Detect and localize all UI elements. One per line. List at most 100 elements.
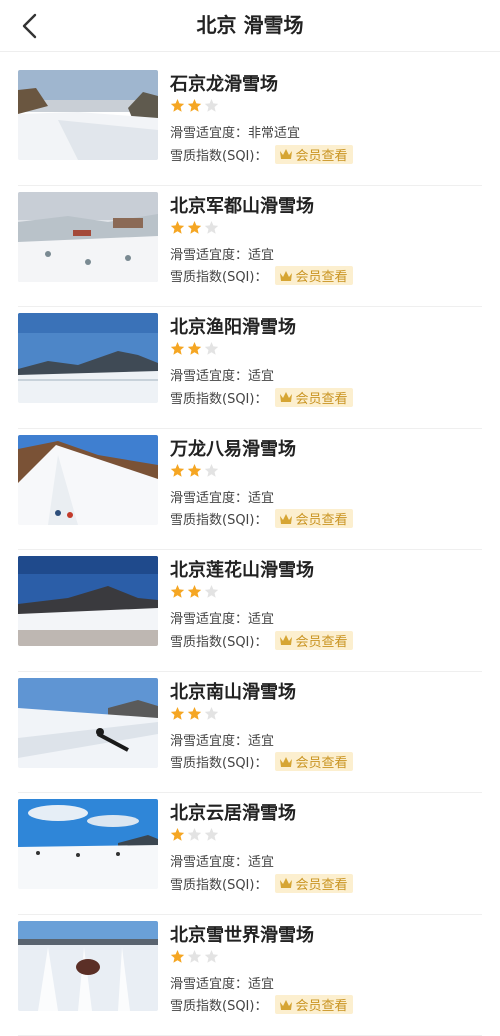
- sqi-label: 雪质指数(SQI)：: [170, 634, 268, 650]
- resort-thumbnail: [18, 799, 158, 889]
- star-filled-icon: [170, 827, 185, 841]
- member-view-label: 会员查看: [295, 270, 348, 285]
- resort-list-item[interactable]: 石京龙滑雪场 滑雪适宜度：非常适宜 雪质指数(SQI)： 会员查看: [0, 64, 500, 186]
- resort-name: 北京莲花山滑雪场: [170, 560, 314, 581]
- sqi-row: 雪质指数(SQI)： 会员查看: [170, 873, 354, 893]
- star-filled-icon: [187, 341, 202, 355]
- star-filled-icon: [187, 463, 202, 477]
- resort-name: 北京军都山滑雪场: [170, 195, 314, 217]
- star-empty-icon: [204, 706, 219, 720]
- resort-thumbnail: [18, 677, 158, 768]
- suitability-text: 滑雪适宜度：适宜: [170, 247, 275, 263]
- star-filled-icon: [170, 98, 185, 112]
- page-title: 北京 滑雪场: [196, 13, 304, 37]
- member-view-label: 会员查看: [295, 756, 348, 771]
- sqi-row: 雪质指数(SQI)： 会员查看: [170, 266, 354, 286]
- resort-thumbnail: [18, 313, 158, 403]
- crown-icon: [280, 756, 293, 767]
- resort-name: 北京渔阳滑雪场: [170, 317, 296, 338]
- resort-thumbnail: [18, 434, 158, 525]
- resort-list-item[interactable]: 北京莲花山滑雪场 滑雪适宜度：适宜 雪质指数(SQI)： 会员查看: [0, 550, 500, 672]
- resort-name: 北京南山滑雪场: [170, 681, 296, 703]
- suitability-text: 滑雪适宜度：适宜: [170, 976, 275, 992]
- sqi-row: 雪质指数(SQI)： 会员查看: [170, 509, 354, 529]
- crown-icon: [280, 635, 293, 645]
- sqi-row: 雪质指数(SQI)： 会员查看: [170, 387, 354, 407]
- member-view-label: 会员查看: [295, 391, 348, 407]
- member-view-label: 会员查看: [295, 513, 348, 528]
- star-empty-icon: [204, 949, 219, 963]
- resort-name: 北京雪世界滑雪场: [170, 924, 314, 946]
- member-view-button[interactable]: 会员查看: [275, 995, 354, 1014]
- member-view-button[interactable]: 会员查看: [275, 509, 354, 528]
- resort-list-item[interactable]: 北京军都山滑雪场 滑雪适宜度：适宜 雪质指数(SQI)： 会员查看: [0, 186, 500, 307]
- resort-list-item[interactable]: 北京南山滑雪场 滑雪适宜度：适宜 雪质指数(SQI)： 会员查看: [0, 672, 500, 793]
- star-rating: [170, 706, 219, 722]
- top-nav-bar: 北京 滑雪场: [0, 0, 500, 52]
- star-empty-icon: [204, 220, 219, 234]
- crown-icon: [280, 999, 293, 1010]
- sqi-label: 雪质指数(SQI)：: [170, 999, 268, 1014]
- sqi-label: 雪质指数(SQI)：: [170, 756, 268, 771]
- star-filled-icon: [187, 706, 202, 720]
- member-view-button[interactable]: 会员查看: [275, 752, 354, 771]
- star-filled-icon: [170, 341, 185, 355]
- star-rating: [170, 463, 219, 479]
- star-filled-icon: [187, 98, 202, 112]
- star-empty-icon: [187, 827, 202, 841]
- crown-icon: [280, 392, 293, 402]
- star-filled-icon: [170, 220, 185, 234]
- star-rating: [170, 949, 219, 965]
- member-view-label: 会员查看: [295, 148, 348, 164]
- crown-icon: [280, 270, 293, 281]
- resort-list: 石京龙滑雪场 滑雪适宜度：非常适宜 雪质指数(SQI)： 会员查看 北京军都山滑…: [0, 64, 500, 1036]
- resort-list-item[interactable]: 北京云居滑雪场 滑雪适宜度：适宜 雪质指数(SQI)： 会员查看: [0, 793, 500, 915]
- star-empty-icon: [204, 827, 219, 841]
- member-view-button[interactable]: 会员查看: [275, 266, 354, 285]
- sqi-row: 雪质指数(SQI)： 会员查看: [170, 144, 354, 164]
- suitability-text: 滑雪适宜度：适宜: [170, 490, 275, 506]
- sqi-row: 雪质指数(SQI)： 会员查看: [170, 752, 354, 772]
- member-view-label: 会员查看: [295, 999, 348, 1014]
- star-rating: [170, 98, 219, 114]
- sqi-row: 雪质指数(SQI)： 会员查看: [170, 995, 354, 1015]
- sqi-label: 雪质指数(SQI)：: [170, 148, 268, 164]
- member-view-label: 会员查看: [295, 877, 348, 893]
- member-view-button[interactable]: 会员查看: [275, 873, 354, 893]
- star-empty-icon: [204, 98, 219, 112]
- star-empty-icon: [204, 463, 219, 477]
- member-view-label: 会员查看: [295, 634, 348, 650]
- star-rating: [170, 827, 219, 843]
- sqi-label: 雪质指数(SQI)：: [170, 270, 268, 285]
- resort-thumbnail: [18, 191, 158, 282]
- resort-thumbnail: [18, 70, 158, 160]
- member-view-button[interactable]: 会员查看: [275, 387, 354, 407]
- resort-name: 北京云居滑雪场: [170, 803, 296, 824]
- sqi-label: 雪质指数(SQI)：: [170, 513, 268, 528]
- star-empty-icon: [204, 584, 219, 598]
- member-view-button[interactable]: 会员查看: [275, 630, 354, 650]
- resort-name: 万龙八易滑雪场: [170, 438, 296, 460]
- member-view-button[interactable]: 会员查看: [275, 144, 354, 164]
- suitability-text: 滑雪适宜度：适宜: [170, 733, 275, 749]
- star-rating: [170, 220, 219, 236]
- star-filled-icon: [170, 584, 185, 598]
- resort-list-item[interactable]: 北京雪世界滑雪场 滑雪适宜度：适宜 雪质指数(SQI)： 会员查看: [0, 915, 500, 1036]
- star-empty-icon: [204, 341, 219, 355]
- resort-thumbnail: [18, 556, 158, 646]
- star-filled-icon: [170, 463, 185, 477]
- sqi-row: 雪质指数(SQI)： 会员查看: [170, 630, 354, 650]
- star-rating: [170, 584, 219, 600]
- resort-name: 石京龙滑雪场: [170, 74, 278, 95]
- suitability-text: 滑雪适宜度：适宜: [170, 855, 275, 870]
- star-empty-icon: [187, 949, 202, 963]
- star-rating: [170, 341, 219, 357]
- suitability-text: 滑雪适宜度：非常适宜: [170, 126, 301, 141]
- star-filled-icon: [187, 220, 202, 234]
- sqi-label: 雪质指数(SQI)：: [170, 877, 268, 893]
- crown-icon: [280, 878, 293, 888]
- star-filled-icon: [170, 949, 185, 963]
- resort-list-item[interactable]: 万龙八易滑雪场 滑雪适宜度：适宜 雪质指数(SQI)： 会员查看: [0, 429, 500, 550]
- suitability-text: 滑雪适宜度：适宜: [170, 369, 275, 384]
- resort-list-item[interactable]: 北京渔阳滑雪场 滑雪适宜度：适宜 雪质指数(SQI)： 会员查看: [0, 307, 500, 429]
